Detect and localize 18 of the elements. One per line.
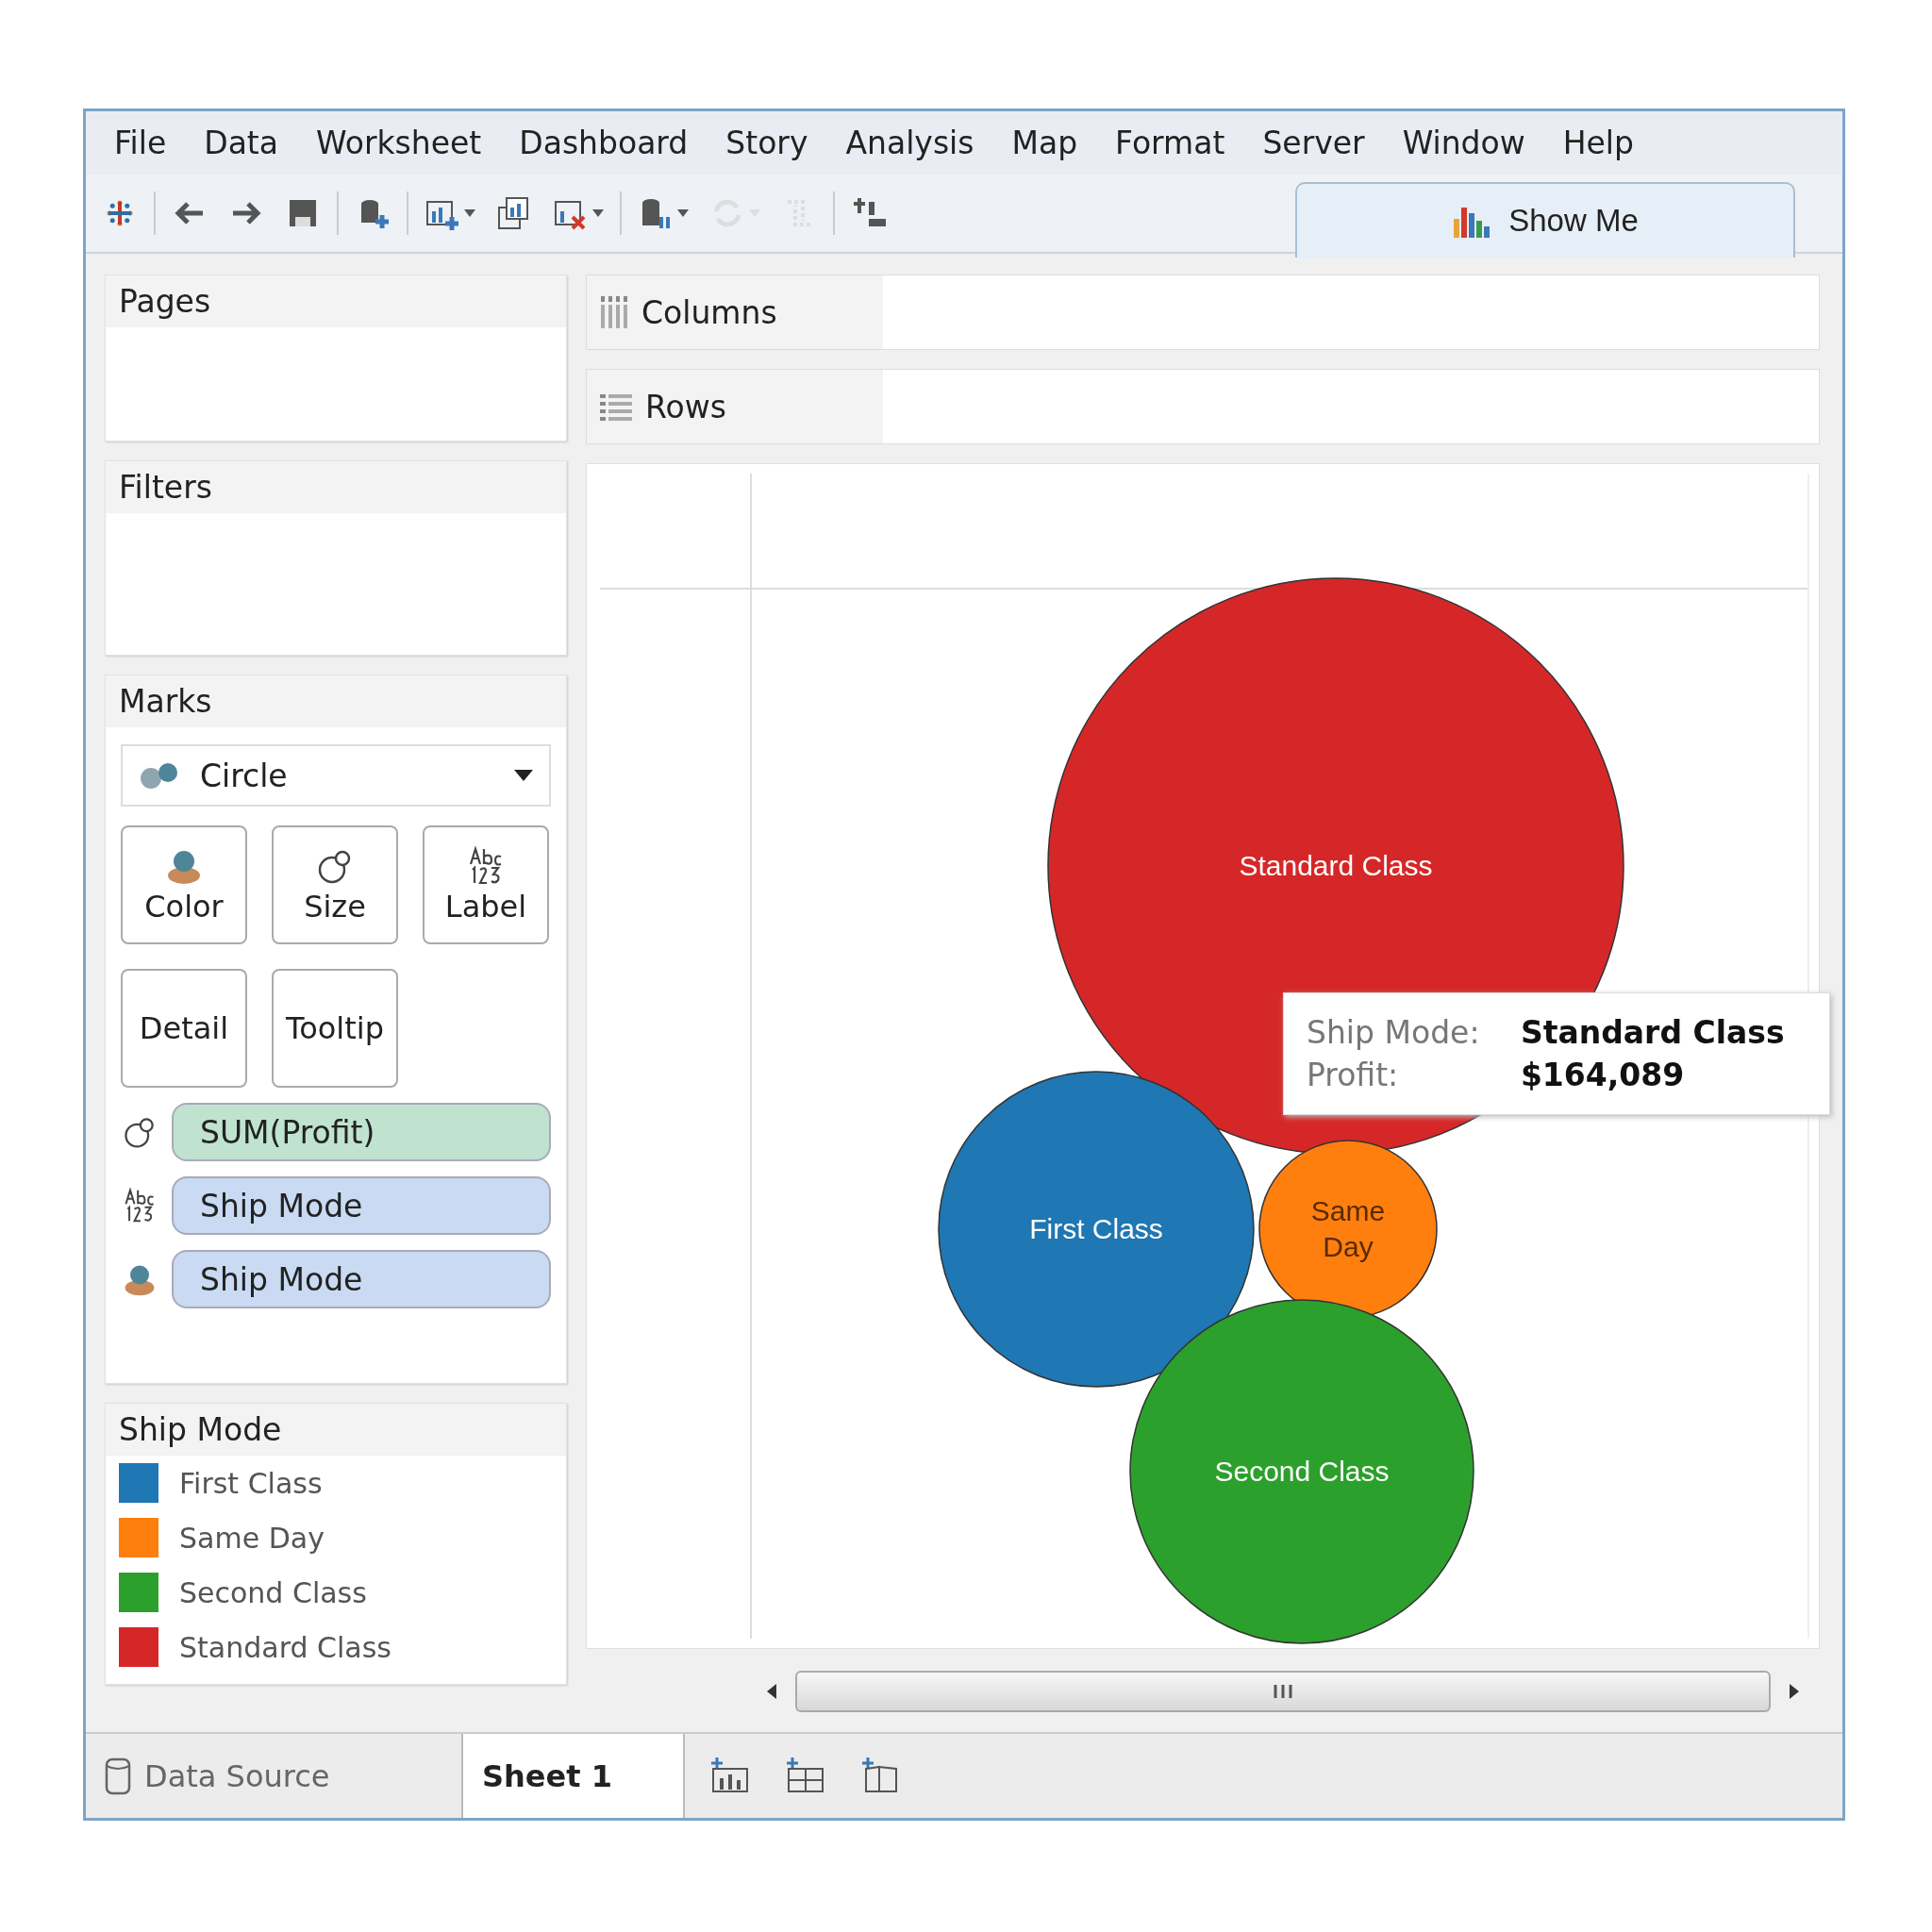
bubble-label: Standard Class (1239, 850, 1433, 882)
tooltip-value: $164,089 (1520, 1057, 1686, 1094)
legend-label: Same Day (179, 1521, 325, 1555)
card-title: Marks (106, 675, 566, 728)
shelf-label: Rows (645, 388, 726, 425)
legend-label: Second Class (179, 1575, 367, 1609)
card-title: Filters (106, 461, 566, 514)
legend-title: Ship Mode (106, 1404, 566, 1457)
bubble-label: First Class (1029, 1213, 1163, 1245)
bubble-label: Second Class (1214, 1456, 1390, 1488)
tooltip-field: Ship Mode: (1307, 1014, 1502, 1052)
shelf-label: Columns (641, 293, 777, 331)
tooltip-field: Profit: (1307, 1057, 1502, 1094)
tooltip-value: Standard Class (1520, 1014, 1786, 1052)
legend-label: Standard Class (179, 1630, 391, 1664)
card-title: Pages (106, 275, 566, 328)
bubble-label: Same Day (1310, 1195, 1386, 1263)
legend-label: First Class (179, 1466, 323, 1500)
